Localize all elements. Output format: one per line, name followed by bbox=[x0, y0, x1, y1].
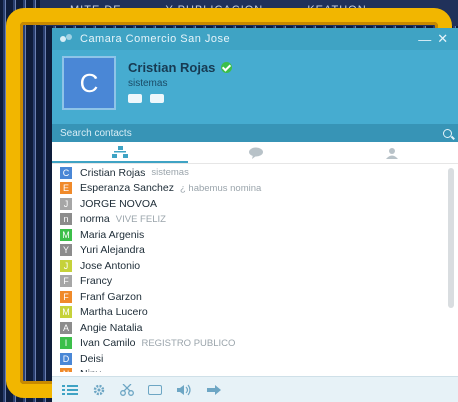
contact-avatar: N bbox=[60, 368, 72, 372]
contact-name: Yuri Alejandra bbox=[80, 244, 145, 257]
window-title: Camara Comercio San Jose bbox=[80, 33, 231, 45]
contact-name: norma bbox=[80, 213, 110, 226]
contact-name: JORGE NOVOA bbox=[80, 197, 158, 210]
bottom-toolbar bbox=[52, 376, 458, 402]
menu-icon[interactable] bbox=[62, 384, 78, 396]
contact-name: Ivan Camilo bbox=[80, 337, 136, 350]
profile-panel: C Cristian Rojas sistemas bbox=[52, 50, 458, 124]
search-input[interactable] bbox=[60, 127, 443, 139]
contact-row[interactable]: D Deisi bbox=[52, 351, 448, 367]
contact-row[interactable]: F Franf Garzon bbox=[52, 289, 448, 305]
contact-name: Deisi bbox=[80, 352, 104, 365]
check-circle-icon[interactable] bbox=[221, 62, 233, 73]
search-bar bbox=[52, 124, 458, 142]
contact-avatar: I bbox=[60, 337, 72, 350]
contact-name: Franf Garzon bbox=[80, 290, 142, 303]
contact-name: Jose Antonio bbox=[80, 259, 141, 272]
contact-row[interactable]: J Jose Antonio bbox=[52, 258, 448, 274]
contact-name: Cristian Rojas bbox=[80, 166, 146, 179]
tab-organization[interactable] bbox=[52, 142, 188, 163]
contact-avatar: C bbox=[60, 166, 72, 179]
contact-tabs bbox=[52, 142, 458, 164]
profile-info: Cristian Rojas sistemas bbox=[128, 56, 233, 103]
messenger-window: Camara Comercio San Jose — ✕ C Cristian … bbox=[52, 28, 458, 402]
contact-row[interactable]: C Cristian Rojas sistemas bbox=[52, 165, 448, 181]
org-chart-icon bbox=[112, 145, 128, 158]
contact-avatar: E bbox=[60, 182, 72, 195]
avatar[interactable]: C bbox=[62, 56, 116, 110]
contact-row[interactable]: J JORGE NOVOA bbox=[52, 196, 448, 212]
close-button[interactable]: ✕ bbox=[434, 31, 452, 47]
person-icon bbox=[386, 147, 398, 159]
contact-name: Angie Natalia bbox=[80, 321, 143, 334]
app-logo-icon bbox=[60, 34, 74, 44]
profile-icons bbox=[128, 94, 232, 103]
contact-status: REGISTRO PUBLICO bbox=[141, 337, 236, 349]
contact-list: C Cristian Rojas sistemas E Esperanza Sanche… bbox=[52, 165, 448, 372]
profile-name: Cristian Rojas bbox=[128, 60, 216, 75]
transfer-icon[interactable] bbox=[150, 94, 164, 103]
tab-chats[interactable] bbox=[188, 142, 324, 163]
contact-name: Esperanza Sanchez bbox=[80, 182, 174, 195]
contact-name: Francy bbox=[80, 275, 113, 288]
contact-row[interactable]: I Ivan Camilo REGISTRO PUBLICO bbox=[52, 336, 448, 352]
contact-name: Martha Lucero bbox=[80, 306, 148, 319]
contact-avatar: A bbox=[60, 321, 72, 334]
contact-row[interactable]: E Esperanza Sanchez ¿ habemus nomina bbox=[52, 181, 448, 197]
scrollbar[interactable] bbox=[448, 168, 454, 308]
minimize-button[interactable]: — bbox=[416, 32, 434, 47]
contact-row[interactable]: N Niny bbox=[52, 367, 448, 372]
contact-avatar: J bbox=[60, 197, 72, 210]
transfer-icon[interactable] bbox=[206, 384, 222, 396]
settings-icon[interactable] bbox=[92, 383, 106, 397]
contact-status: VIVE FELIZ bbox=[115, 213, 166, 225]
contact-avatar: D bbox=[60, 352, 72, 365]
contact-row[interactable]: A Angie Natalia bbox=[52, 320, 448, 336]
contact-status: sistemas bbox=[151, 167, 189, 179]
contact-name: Maria Argenis bbox=[80, 228, 145, 241]
search-icon[interactable] bbox=[443, 128, 452, 138]
profile-status[interactable]: sistemas bbox=[128, 78, 232, 89]
contact-name: Niny bbox=[80, 368, 101, 372]
contact-avatar: J bbox=[60, 259, 72, 272]
contact-row[interactable]: Y Yuri Alejandra bbox=[52, 243, 448, 259]
contact-avatar: F bbox=[60, 275, 72, 288]
contact-row[interactable]: n norma VIVE FELIZ bbox=[52, 212, 448, 228]
contact-avatar: M bbox=[60, 306, 72, 319]
speaker-icon[interactable] bbox=[176, 384, 192, 396]
chat-bubble-icon bbox=[249, 147, 263, 159]
contact-status: ¿ habemus nomina bbox=[179, 182, 262, 194]
contact-row[interactable]: F Francy bbox=[52, 274, 448, 290]
window-icon[interactable] bbox=[148, 384, 162, 395]
tab-contacts[interactable] bbox=[324, 142, 458, 163]
contact-avatar: F bbox=[60, 290, 72, 303]
title-bar[interactable]: Camara Comercio San Jose — ✕ bbox=[52, 28, 458, 50]
profile-name-row: Cristian Rojas bbox=[128, 60, 233, 75]
contact-row[interactable]: M Martha Lucero bbox=[52, 305, 448, 321]
contact-avatar: n bbox=[60, 213, 72, 226]
contact-row[interactable]: M Maria Argenis bbox=[52, 227, 448, 243]
scissors-icon[interactable] bbox=[120, 383, 134, 396]
contact-avatar: Y bbox=[60, 244, 72, 257]
contact-avatar: M bbox=[60, 228, 72, 241]
mail-icon[interactable] bbox=[128, 94, 142, 103]
